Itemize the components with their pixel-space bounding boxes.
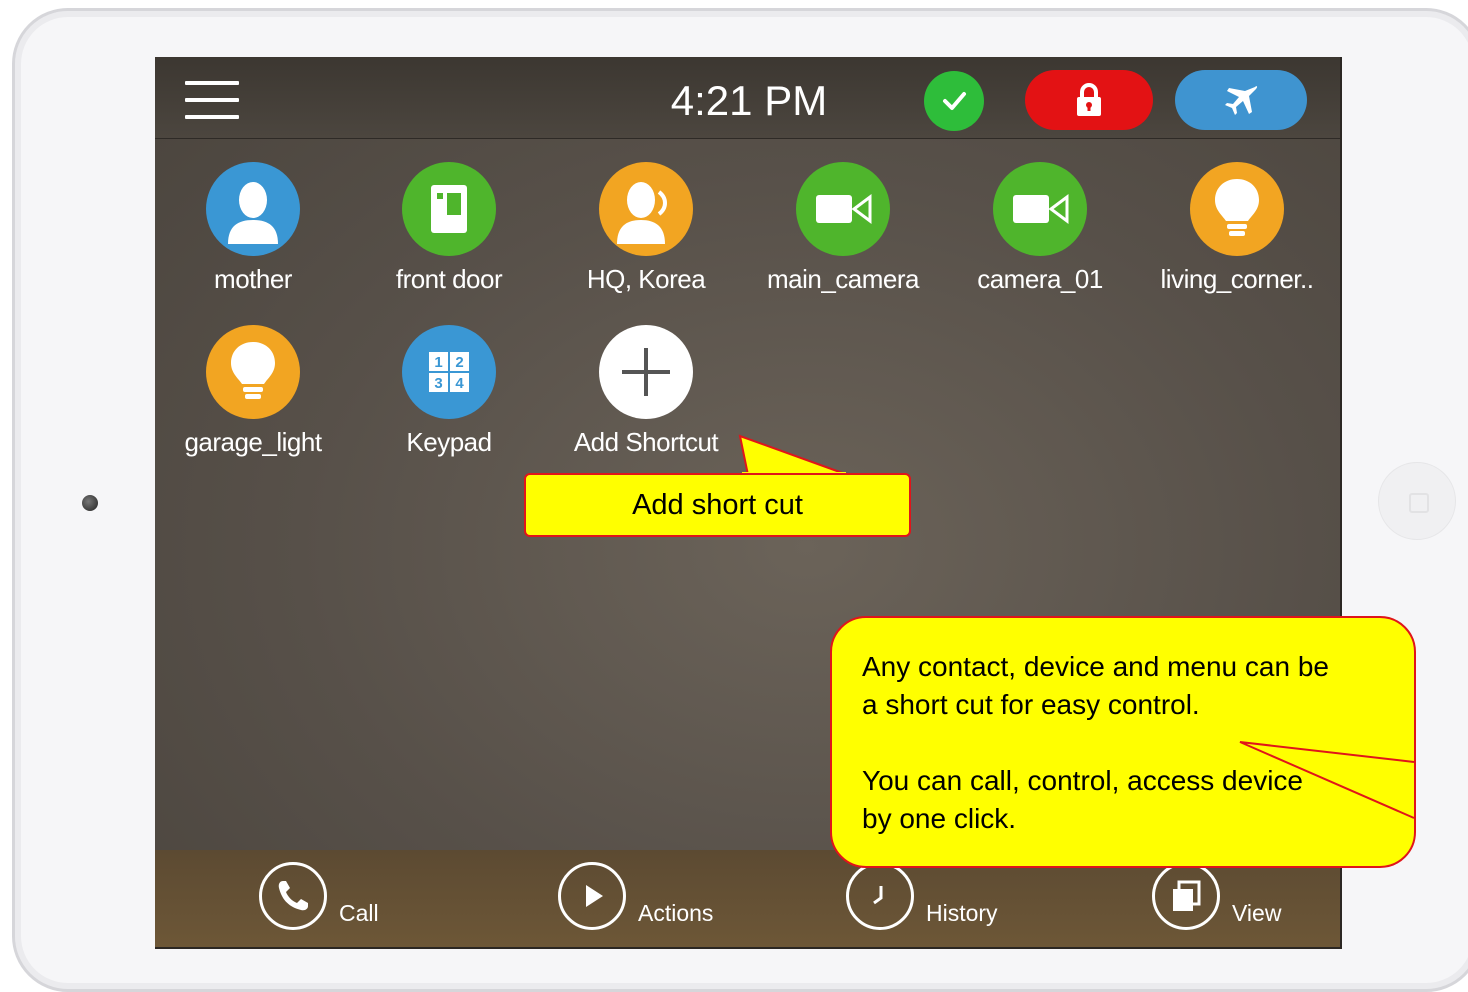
callout-text: a short cut for easy control. [862, 689, 1200, 720]
add-shortcut-callout: Add short cut [524, 473, 911, 537]
callout-text: by one click. [862, 803, 1017, 834]
callout-text: You can call, control, access device [862, 765, 1303, 796]
callout-text: Any contact, device and menu can be [862, 651, 1329, 682]
shortcut-info-callout: Any contact, device and menu can be a sh… [830, 616, 1416, 868]
